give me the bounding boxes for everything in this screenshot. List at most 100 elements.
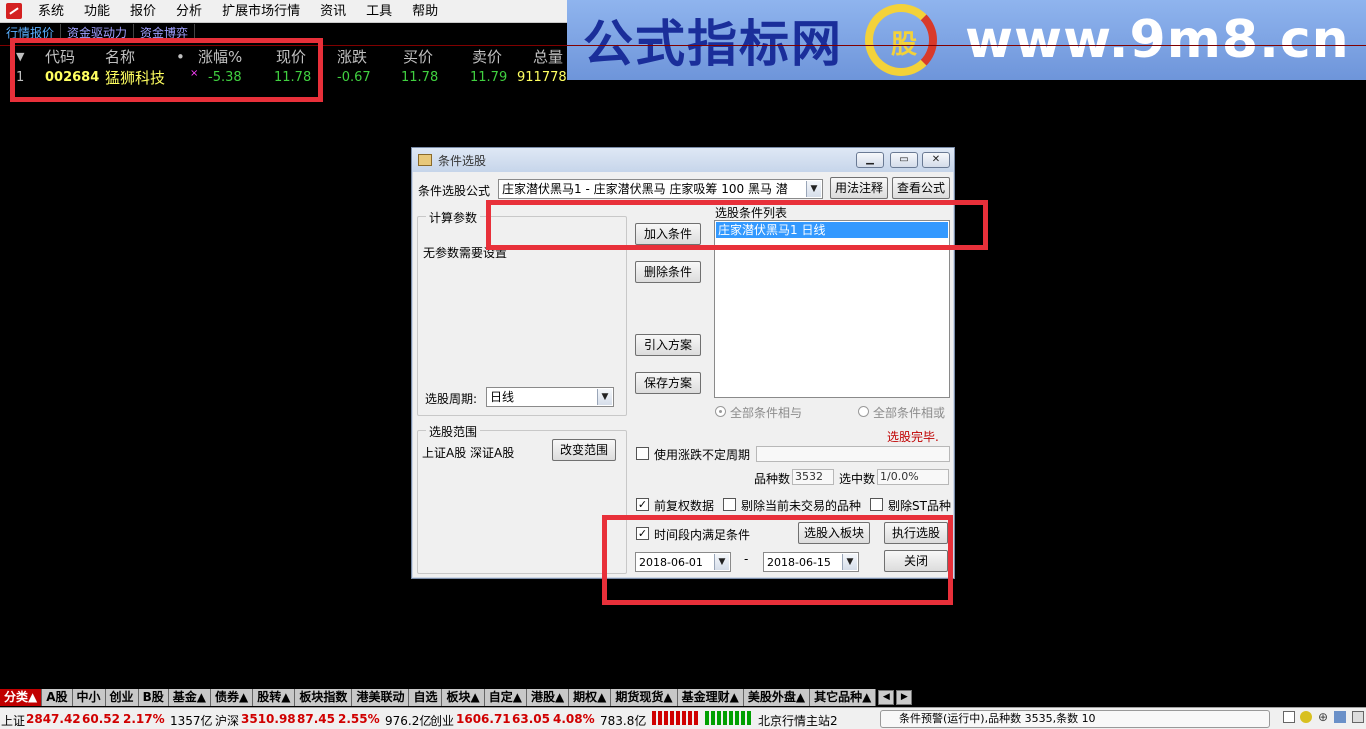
radio-or[interactable] <box>858 406 869 417</box>
radio-or-label: 全部条件相或 <box>873 406 946 420</box>
cat-hk[interactable]: 港股▲ <box>526 689 570 706</box>
row-change-pct: -5.38 <box>208 70 242 85</box>
cat-fund[interactable]: 基金▲ <box>168 689 211 706</box>
usage-notes-button[interactable]: 用法注释 <box>830 177 888 199</box>
header-code[interactable]: 代码 <box>45 46 75 68</box>
tab-capital-driver[interactable]: 资金驱动力 <box>61 24 135 42</box>
maximize-button[interactable]: ▭ <box>890 152 918 168</box>
cat-category[interactable]: 分类▲ <box>0 689 43 706</box>
menu-analysis[interactable]: 分析 <box>166 0 212 23</box>
hs-label: 沪深 <box>215 714 240 728</box>
radio-and-label: 全部条件相与 <box>730 406 803 420</box>
cat-chinext[interactable]: 创业 <box>105 689 139 706</box>
view-formula-button[interactable]: 查看公式 <box>892 177 950 199</box>
quote-table-header: ▼ 代码 名称 • 涨幅% 现价 涨跌 买价 卖价 总量 <box>0 45 1366 67</box>
dialog-titlebar[interactable]: 条件选股 ▁ ▭ ✕ <box>412 148 954 172</box>
grid-icon[interactable] <box>1352 711 1364 723</box>
signal-icon[interactable]: ⊕ <box>1318 710 1328 724</box>
tab-capital-game[interactable]: 资金博弈 <box>134 24 196 42</box>
chevron-down-icon[interactable]: ▼ <box>842 554 857 570</box>
header-bid[interactable]: 买价 <box>403 46 433 68</box>
date-from-select[interactable]: 2018-06-01 ▼ <box>635 552 731 572</box>
row-name: 猛狮科技 <box>105 69 166 87</box>
time-condition-checkbox[interactable]: ✓ <box>636 527 649 540</box>
cy-label: 创业 <box>430 714 455 728</box>
cat-us-foreign[interactable]: 美股外盘▲ <box>743 689 811 706</box>
lock-icon[interactable] <box>1300 711 1312 723</box>
params-group-title: 计算参数 <box>426 209 481 226</box>
cat-a-share[interactable]: A股 <box>42 689 73 706</box>
scroll-right-icon[interactable]: ▶ <box>896 690 913 705</box>
cat-futures[interactable]: 期货现货▲ <box>611 689 678 706</box>
import-plan-button[interactable]: 引入方案 <box>635 334 701 356</box>
cat-sme[interactable]: 中小 <box>72 689 106 706</box>
cat-other[interactable]: 其它品种▲ <box>810 689 877 706</box>
cat-fund-finance[interactable]: 基金理财▲ <box>677 689 744 706</box>
menu-function[interactable]: 功能 <box>74 0 120 23</box>
count-value: 3532 <box>792 469 834 485</box>
header-ask[interactable]: 卖价 <box>472 46 502 68</box>
add-condition-button[interactable]: 加入条件 <box>635 223 701 245</box>
cat-sector-index[interactable]: 板块指数 <box>295 689 353 706</box>
period-select[interactable]: 日线 ▼ <box>486 387 614 407</box>
chevron-down-icon[interactable]: ▼ <box>806 181 821 197</box>
menu-tools[interactable]: 工具 <box>356 0 402 23</box>
delete-condition-button[interactable]: 删除条件 <box>635 261 701 283</box>
header-change-pct[interactable]: 涨幅% <box>198 46 242 68</box>
cat-sector[interactable]: 板块▲ <box>442 689 485 706</box>
tab-quotes[interactable]: 行情报价 <box>0 24 62 42</box>
chevron-down-icon[interactable]: ▼ <box>714 554 729 570</box>
exclude-untraded-label: 剔除当前未交易的品种 <box>741 499 862 513</box>
menu-help[interactable]: 帮助 <box>402 0 448 23</box>
dialog-icon <box>418 154 432 166</box>
header-price[interactable]: 现价 <box>276 46 306 68</box>
date-from-value: 2018-06-01 <box>639 556 703 569</box>
formula-select[interactable]: 庄家潜伏黑马1 - 庄家潜伏黑马 庄家吸筹 100 黑马 潜 ▼ <box>498 179 823 199</box>
menu-extended-market[interactable]: 扩展市场行情 <box>212 0 310 23</box>
status-text: 选股完毕. <box>887 430 939 444</box>
cat-b-share[interactable]: B股 <box>138 689 169 706</box>
condition-list[interactable]: 庄家潜伏黑马1 日线 <box>714 220 950 398</box>
scroll-left-icon[interactable]: ◀ <box>878 690 895 705</box>
header-change[interactable]: 涨跌 <box>337 46 367 68</box>
header-name[interactable]: 名称 <box>105 46 135 68</box>
date-to-select[interactable]: 2018-06-15 ▼ <box>763 552 859 572</box>
cat-neeq[interactable]: 股转▲ <box>253 689 296 706</box>
exclude-st-checkbox[interactable] <box>870 498 883 511</box>
change-range-button[interactable]: 改变范围 <box>552 439 616 461</box>
app-logo-icon[interactable] <box>6 3 22 19</box>
cat-hk-us-link[interactable]: 港美联动 <box>352 689 410 706</box>
sort-arrow-icon[interactable]: ▼ <box>16 46 24 68</box>
menu-system[interactable]: 系统 <box>28 0 74 23</box>
menu-news[interactable]: 资讯 <box>310 0 356 23</box>
forward-adjust-checkbox[interactable]: ✓ <box>636 498 649 511</box>
close-icon[interactable]: ✕ <box>922 152 950 168</box>
radio-and[interactable] <box>715 406 726 417</box>
execute-screen-button[interactable]: 执行选股 <box>884 522 948 544</box>
row-change: -0.67 <box>337 70 371 85</box>
table-row[interactable]: 1 002684 猛狮科技 × -5.38 11.78 -0.67 11.78 … <box>0 67 1366 89</box>
count-label: 品种数 <box>754 472 791 486</box>
add-to-block-button[interactable]: 选股入板块 <box>798 522 870 544</box>
cat-bond[interactable]: 债券▲ <box>210 689 254 706</box>
cat-watchlist[interactable]: 自选 <box>409 689 443 706</box>
menu-quote[interactable]: 报价 <box>120 0 166 23</box>
date-separator: - <box>744 552 749 566</box>
cat-custom[interactable]: 自定▲ <box>484 689 527 706</box>
header-volume[interactable]: 总量 <box>533 46 563 68</box>
exclude-st-label: 剔除ST品种 <box>888 499 951 513</box>
window-icon[interactable] <box>1283 711 1295 723</box>
use-period-checkbox[interactable] <box>636 447 649 460</box>
cat-option[interactable]: 期权▲ <box>569 689 612 706</box>
server-name[interactable]: 北京行情主站2 <box>758 712 838 729</box>
list-item[interactable]: 庄家潜伏黑马1 日线 <box>716 222 948 238</box>
network-icon[interactable] <box>1334 711 1346 723</box>
alert-notice[interactable]: 条件预警(运行中),品种数 3535,条数 10 <box>880 710 1270 728</box>
sh-label: 上证 <box>1 714 26 728</box>
chevron-down-icon[interactable]: ▼ <box>597 389 612 405</box>
exclude-untraded-checkbox[interactable] <box>723 498 736 511</box>
save-plan-button[interactable]: 保存方案 <box>635 372 701 394</box>
close-button[interactable]: 关闭 <box>884 550 948 572</box>
minimize-button[interactable]: ▁ <box>856 152 884 168</box>
view-tabs: 行情报价 资金驱动力 资金博弈 <box>0 24 196 42</box>
